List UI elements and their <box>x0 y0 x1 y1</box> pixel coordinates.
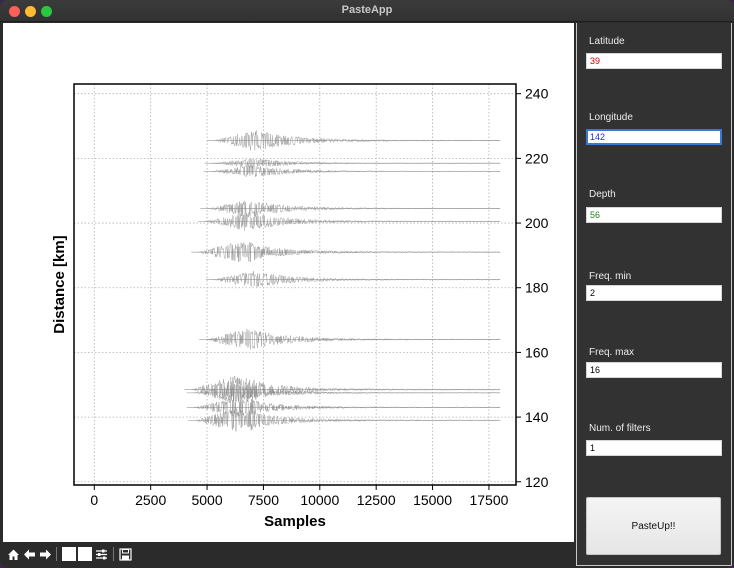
num-filters-label: Num. of filters <box>589 423 651 434</box>
seismic-trace <box>198 212 501 231</box>
y-tick-label: 240 <box>525 86 549 102</box>
zoom-icon[interactable] <box>78 547 92 561</box>
y-tick-label: 220 <box>525 150 549 166</box>
x-axis-label: Samples <box>264 513 326 530</box>
seismic-trace <box>191 242 501 263</box>
seismic-paste-up-chart[interactable]: 0 2500 5000 7500 10000 12500 15000 17500 120 140 1… <box>3 23 574 542</box>
seismic-trace <box>203 165 501 178</box>
pan-icon[interactable] <box>62 547 76 561</box>
arrow-right-icon[interactable] <box>38 547 52 561</box>
latitude-input[interactable]: 39 <box>586 53 722 69</box>
freq-max-input[interactable]: 16 <box>586 362 722 378</box>
seismic-trace <box>199 328 501 350</box>
seismic-trace <box>205 271 501 288</box>
x-tick-label: 2500 <box>135 492 166 508</box>
toolbar-separator <box>56 547 57 561</box>
x-tick-label: 17500 <box>469 492 508 508</box>
paste-up-button[interactable]: PasteUp!! <box>586 497 721 555</box>
seismic-trace <box>207 130 501 151</box>
x-tick-label: 15000 <box>413 492 452 508</box>
x-tick-label: 5000 <box>191 492 222 508</box>
navigation-toolbar <box>3 543 574 566</box>
y-tick-label: 160 <box>525 344 549 360</box>
y-tick-label: 120 <box>525 474 549 490</box>
x-tick-label: 7500 <box>248 492 279 508</box>
seismic-trace <box>187 408 501 432</box>
num-filters-input[interactable]: 1 <box>586 440 722 456</box>
title-bar: PasteApp <box>0 0 734 22</box>
latitude-label: Latitude <box>589 36 625 47</box>
depth-input[interactable]: 56 <box>586 207 722 223</box>
parameter-panel: Latitude 39 Longitude 142 Depth 56 Freq.… <box>576 23 732 566</box>
freq-min-label: Freq. min <box>589 271 632 282</box>
freq-min-input[interactable]: 2 <box>586 285 722 301</box>
x-tick-label: 12500 <box>357 492 396 508</box>
window-title: PasteApp <box>341 4 393 16</box>
home-icon[interactable] <box>6 547 20 561</box>
arrow-left-icon[interactable] <box>22 547 36 561</box>
depth-label: Depth <box>589 189 616 200</box>
trace-waveform <box>194 408 501 432</box>
y-tick-label: 180 <box>525 280 549 296</box>
x-tick-label: 10000 <box>300 492 339 508</box>
sliders-icon[interactable] <box>94 547 108 561</box>
toolbar-separator <box>113 547 114 561</box>
trace-waveform <box>212 271 501 288</box>
trace-waveform <box>193 397 501 417</box>
x-tick-label: 0 <box>90 492 98 508</box>
trace-waveform <box>205 328 500 350</box>
y-axis-label: Distance [km] <box>51 235 68 333</box>
y-tick-label: 200 <box>525 215 549 231</box>
freq-max-label: Freq. max <box>589 347 635 358</box>
app-window: PasteApp 0 2500 5000 7500 10000 12500 15000 175… <box>0 0 734 568</box>
longitude-label: Longitude <box>589 112 633 123</box>
floppy-save-icon[interactable] <box>118 547 132 561</box>
y-tick-label: 140 <box>525 409 549 425</box>
plot-canvas[interactable]: 0 2500 5000 7500 10000 12500 15000 17500 120 140 1… <box>3 23 574 542</box>
trace-waveform <box>213 130 500 151</box>
longitude-input[interactable]: 142 <box>586 129 722 145</box>
